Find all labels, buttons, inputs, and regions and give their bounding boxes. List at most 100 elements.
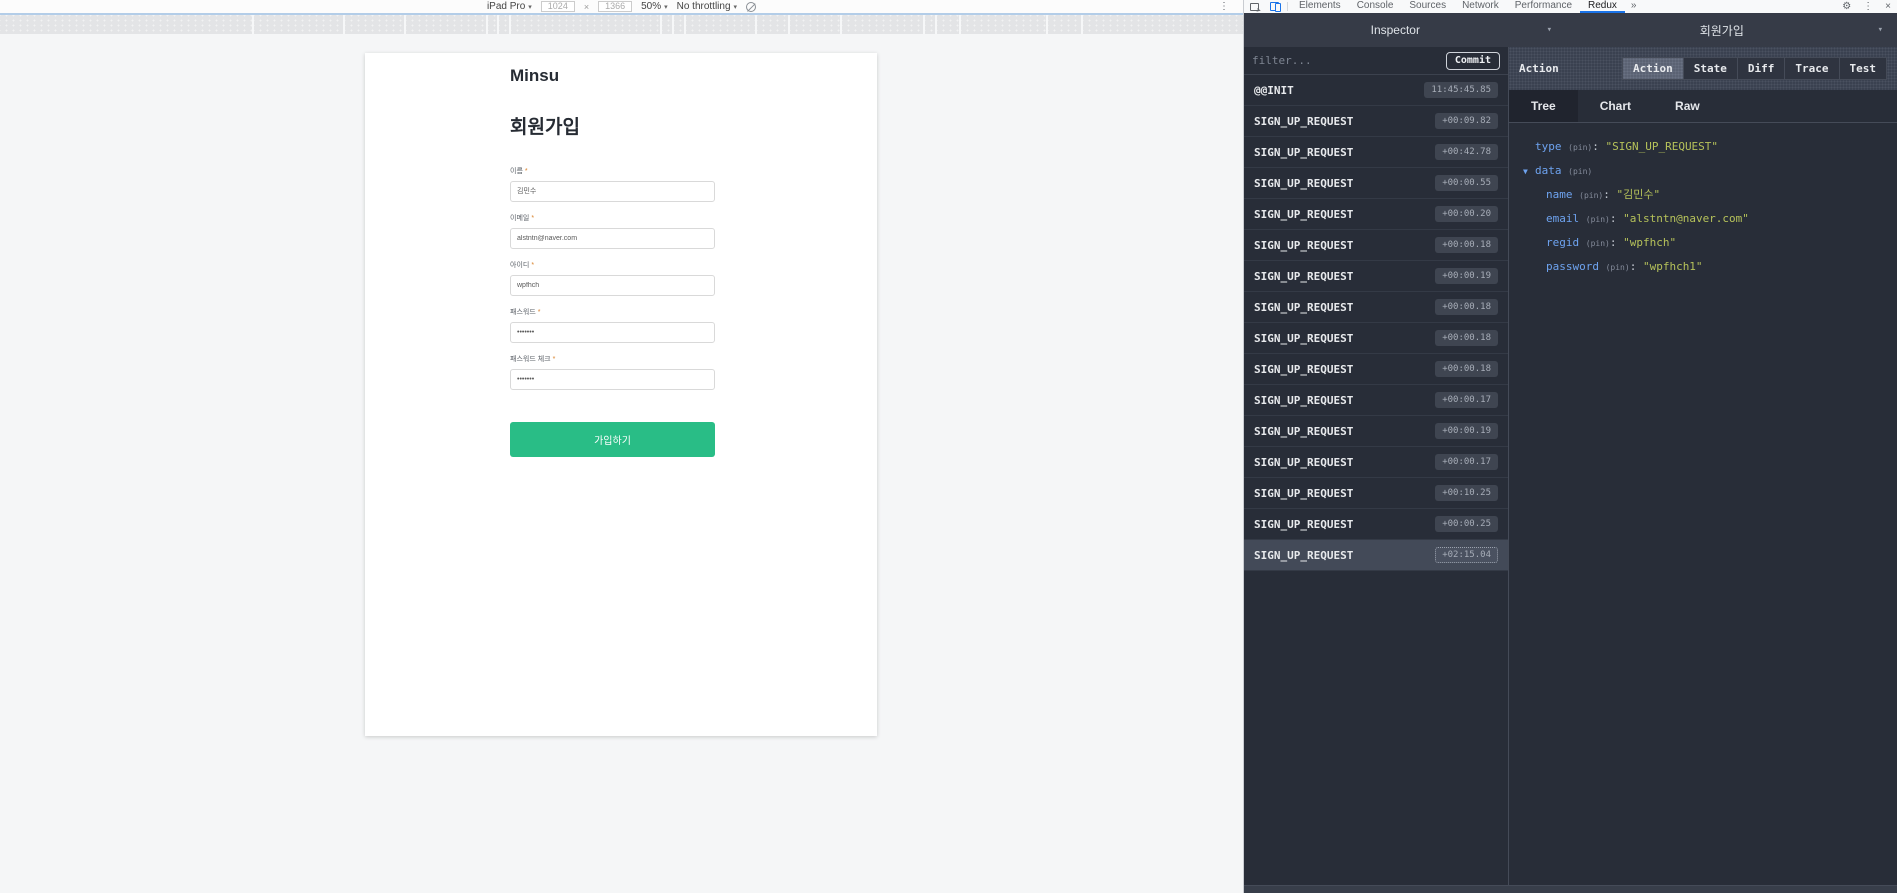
dimension-separator: ×	[583, 1, 590, 12]
action-row[interactable]: SIGN_UP_REQUEST +02:15.04	[1244, 540, 1508, 571]
action-name: SIGN_UP_REQUEST	[1254, 455, 1354, 469]
detail-tab-trace[interactable]: Trace	[1784, 57, 1840, 80]
action-filter-input[interactable]	[1252, 54, 1446, 67]
zoom-select[interactable]: 50% ▾	[641, 1, 668, 12]
action-row[interactable]: SIGN_UP_REQUEST +00:42.78	[1244, 137, 1508, 168]
monitor-select[interactable]: Inspector ▾	[1244, 13, 1566, 47]
tab-strip-block[interactable]	[686, 15, 755, 34]
action-list: Commit @@INIT 11:45:45.85 SIGN_UP_REQUEST +…	[1244, 47, 1509, 885]
action-row[interactable]: SIGN_UP_REQUEST +00:10.25	[1244, 478, 1508, 509]
tab-strip-block[interactable]	[925, 15, 935, 34]
form-field-group: 아이디 *	[510, 260, 715, 296]
tab-network[interactable]: Network	[1454, 0, 1507, 13]
action-row[interactable]: SIGN_UP_REQUEST +00:00.18	[1244, 292, 1508, 323]
action-row[interactable]: SIGN_UP_REQUEST +00:00.17	[1244, 447, 1508, 478]
action-timestamp-badge: +00:00.17	[1435, 454, 1498, 470]
close-devtools-icon[interactable]: ×	[1879, 1, 1897, 12]
inspect-element-icon[interactable]	[1244, 0, 1264, 13]
device-toolbar-menu-icon[interactable]: ⋮	[1219, 0, 1229, 13]
more-tabs-button[interactable]: »	[1625, 0, 1643, 13]
view-tab-raw[interactable]: Raw	[1653, 90, 1722, 122]
password-input[interactable]	[510, 321, 715, 343]
view-tab-chart[interactable]: Chart	[1578, 90, 1653, 122]
name-input[interactable]	[510, 180, 715, 202]
view-tabs: Tree Chart Raw	[1509, 90, 1897, 123]
devtools-menu-icon[interactable]: ⋮	[1857, 1, 1879, 12]
expand-arrow-icon[interactable]: ▼	[1523, 160, 1531, 183]
tab-performance[interactable]: Performance	[1507, 0, 1580, 13]
detail-tab-state[interactable]: State	[1682, 57, 1738, 80]
instance-select[interactable]: 회원가입 ▾	[1566, 13, 1897, 47]
tab-strip-block[interactable]	[1083, 15, 1243, 34]
chevron-down-icon: ▾	[1546, 25, 1552, 35]
userid-input[interactable]	[510, 274, 715, 296]
password-check-input[interactable]	[510, 368, 715, 390]
form-field-group: 패스워드 체크 *	[510, 354, 715, 390]
action-row[interactable]: SIGN_UP_REQUEST +00:00.20	[1244, 199, 1508, 230]
action-row[interactable]: SIGN_UP_REQUEST +00:00.55	[1244, 168, 1508, 199]
action-row[interactable]: SIGN_UP_REQUEST +00:00.19	[1244, 416, 1508, 447]
tab-strip-block[interactable]	[842, 15, 923, 34]
action-row[interactable]: @@INIT 11:45:45.85	[1244, 75, 1508, 106]
tree-row[interactable]: ▼name (pin): "김민수"	[1523, 183, 1883, 207]
settings-gear-icon[interactable]: ⚙	[1836, 1, 1857, 12]
viewport-height-field[interactable]: 1366	[598, 1, 633, 12]
action-name: SIGN_UP_REQUEST	[1254, 176, 1354, 190]
email-input[interactable]	[510, 227, 715, 249]
tab-strip-block[interactable]	[790, 15, 840, 34]
tab-strip-block[interactable]	[662, 15, 672, 34]
device-toolbar-toggle-icon[interactable]	[1264, 0, 1284, 13]
action-name: SIGN_UP_REQUEST	[1254, 238, 1354, 252]
detail-tab-action[interactable]: Action	[1622, 57, 1684, 80]
required-asterisk: *	[531, 214, 535, 222]
tree-row[interactable]: ▼regid (pin): "wpfhch"	[1523, 231, 1883, 255]
action-row[interactable]: SIGN_UP_REQUEST +00:00.18	[1244, 323, 1508, 354]
tab-strip-block[interactable]	[757, 15, 788, 34]
action-name: SIGN_UP_REQUEST	[1254, 300, 1354, 314]
tab-strip-block[interactable]	[1048, 15, 1081, 34]
action-row[interactable]: SIGN_UP_REQUEST +00:00.17	[1244, 385, 1508, 416]
tree-row[interactable]: ▼type (pin): "SIGN_UP_REQUEST"	[1523, 135, 1883, 159]
device-toolbar: iPad Pro ▾ 1024 × 1366 50% ▾ No throttli…	[0, 0, 1243, 13]
tab-console[interactable]: Console	[1349, 0, 1402, 13]
view-tab-tree[interactable]: Tree	[1509, 90, 1578, 122]
tab-strip-block[interactable]	[961, 15, 1046, 34]
tree-row[interactable]: ▼ data (pin)	[1523, 159, 1883, 183]
password-check-label: 패스워드 체크 *	[510, 355, 556, 363]
action-tree: ▼type (pin): "SIGN_UP_REQUEST"▼ data (pin…	[1509, 123, 1897, 291]
tree-row[interactable]: ▼password (pin): "wpfhch1"	[1523, 255, 1883, 279]
device-select[interactable]: iPad Pro ▾	[487, 1, 532, 12]
tab-sources[interactable]: Sources	[1401, 0, 1454, 13]
tree-key: name	[1546, 188, 1580, 201]
tab-strip-block[interactable]	[511, 15, 660, 34]
chevron-down-icon: ▾	[733, 3, 738, 11]
signup-submit-button[interactable]: 가입하기	[510, 421, 715, 457]
throttling-select[interactable]: No throttling ▾	[677, 1, 737, 12]
action-row[interactable]: SIGN_UP_REQUEST +00:00.18	[1244, 354, 1508, 385]
tree-row[interactable]: ▼email (pin): "alstntn@naver.com"	[1523, 207, 1883, 231]
action-row[interactable]: SIGN_UP_REQUEST +00:00.19	[1244, 261, 1508, 292]
tab-strip-block[interactable]	[488, 15, 497, 34]
tab-strip-block[interactable]	[674, 15, 684, 34]
action-row[interactable]: SIGN_UP_REQUEST +00:00.18	[1244, 230, 1508, 261]
tab-redux[interactable]: Redux	[1580, 0, 1625, 13]
detail-tab-diff[interactable]: Diff	[1736, 57, 1786, 80]
viewport-width-field[interactable]: 1024	[540, 1, 575, 12]
tab-strip-block[interactable]	[254, 15, 343, 34]
detail-tab-test[interactable]: Test	[1838, 57, 1887, 80]
instance-select-label: 회원가입	[1699, 23, 1744, 38]
action-row[interactable]: SIGN_UP_REQUEST +00:00.25	[1244, 509, 1508, 540]
tree-pin-label: (pin)	[1579, 191, 1604, 200]
tab-strip-block[interactable]	[937, 15, 959, 34]
detail-header: Action Action State Diff Trace Test	[1509, 47, 1897, 90]
action-name: SIGN_UP_REQUEST	[1254, 269, 1354, 283]
action-row[interactable]: SIGN_UP_REQUEST +00:09.82	[1244, 106, 1508, 137]
tab-elements[interactable]: Elements	[1291, 0, 1349, 13]
tree-value: "alstntn@naver.com"	[1623, 212, 1749, 225]
tab-strip-block[interactable]	[499, 15, 509, 34]
tab-strip-block[interactable]	[0, 15, 252, 34]
tab-strip-block[interactable]	[406, 15, 486, 34]
tab-strip-block[interactable]	[345, 15, 404, 34]
commit-button[interactable]: Commit	[1445, 51, 1500, 70]
rotate-disabled-icon[interactable]	[746, 1, 757, 12]
